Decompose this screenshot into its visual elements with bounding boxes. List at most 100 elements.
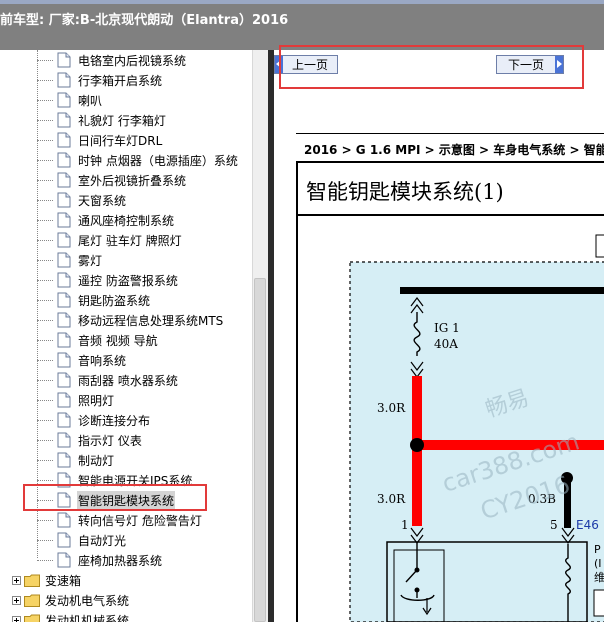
switch-contact bbox=[414, 567, 420, 573]
tree-item[interactable]: 钥匙防盗系统 bbox=[37, 290, 151, 310]
folder-icon bbox=[24, 574, 40, 587]
document-icon bbox=[57, 512, 71, 528]
document-icon bbox=[57, 132, 71, 148]
expand-icon[interactable] bbox=[12, 575, 21, 585]
tree-item[interactable]: 雾灯 bbox=[37, 250, 103, 270]
fuse-label: IG 1 bbox=[434, 321, 460, 335]
tree-item[interactable]: 诊断连接分布 bbox=[37, 410, 151, 430]
document-icon bbox=[57, 112, 71, 128]
document-icon bbox=[57, 232, 71, 248]
tree-item-label: 制动灯 bbox=[78, 453, 115, 468]
tree-item[interactable]: 照明灯 bbox=[37, 390, 115, 410]
document-icon bbox=[57, 372, 71, 388]
tree-item[interactable]: 日间行车灯DRL bbox=[37, 130, 163, 150]
tree-folder[interactable]: 发动机机械系统 bbox=[12, 610, 130, 622]
tree-item-label: 室外后视镜折叠系统 bbox=[78, 173, 187, 188]
sidebar-tree[interactable]: 电铬室内后视镜系统 行李箱开启系统 喇叭 礼貌灯 行李箱灯 日间行车灯DRL 时… bbox=[0, 50, 252, 622]
tree-item[interactable]: 室外后视镜折叠系统 bbox=[37, 170, 187, 190]
tree-item[interactable]: 礼貌灯 行李箱灯 bbox=[37, 110, 167, 130]
document-icon bbox=[57, 412, 71, 428]
tree-item-label: 自动灯光 bbox=[78, 533, 127, 548]
document-icon bbox=[57, 352, 71, 368]
document-icon bbox=[57, 292, 71, 308]
tree-item-label: 行李箱开启系统 bbox=[78, 73, 163, 88]
tree-item-label: 时钟 点烟器（电源插座）系统 bbox=[78, 153, 238, 168]
power-bus bbox=[400, 287, 604, 294]
tree-item-label: 雨刮器 喷水器系统 bbox=[78, 373, 178, 388]
tree-item[interactable]: 制动灯 bbox=[37, 450, 115, 470]
module-label-fragment: 维 bbox=[594, 571, 604, 584]
document-icon bbox=[57, 72, 71, 88]
folder-icon bbox=[24, 594, 40, 607]
tree-item[interactable]: 座椅加热器系统 bbox=[37, 550, 163, 570]
corner-marker bbox=[595, 234, 604, 258]
fuse-rating: 40A bbox=[434, 337, 458, 351]
module-label-fragment: (I bbox=[594, 557, 602, 570]
document-icon bbox=[57, 392, 71, 408]
document-icon bbox=[57, 52, 71, 68]
tree-item[interactable]: 音响系统 bbox=[37, 350, 127, 370]
tree-item[interactable]: 喇叭 bbox=[37, 90, 103, 110]
tree-folder-label: 发动机机械系统 bbox=[45, 613, 130, 622]
tree-item-label: 日间行车灯DRL bbox=[78, 133, 163, 148]
app-title: 前车型: 厂家:B-北京现代朗动（Elantra）2016 bbox=[0, 13, 289, 28]
document-icon bbox=[57, 532, 71, 548]
tree-item[interactable]: 遥控 防盗警报系统 bbox=[37, 270, 179, 290]
expand-icon[interactable] bbox=[12, 595, 21, 605]
tree-item-label: 电铬室内后视镜系统 bbox=[78, 53, 187, 68]
document-icon bbox=[57, 552, 71, 568]
folder-icon bbox=[24, 614, 40, 622]
tree-item-label: 音响系统 bbox=[78, 353, 127, 368]
tree-item[interactable]: 行李箱开启系统 bbox=[37, 70, 163, 90]
document-icon bbox=[57, 432, 71, 448]
tree-item-label: 座椅加热器系统 bbox=[78, 553, 163, 568]
connector-id: E46 bbox=[576, 518, 599, 532]
tree-item[interactable]: 自动灯光 bbox=[37, 530, 127, 550]
expand-icon[interactable] bbox=[12, 615, 21, 622]
pin-label: 1 bbox=[401, 518, 409, 532]
small-marker bbox=[593, 589, 604, 617]
highlight-box-nav bbox=[279, 45, 584, 89]
wiring-diagram: IG 1 40A 3.0R 3.0R 0.3B 1 5 E46 P (I 维 畅… bbox=[349, 234, 604, 622]
tree-item-label: 转向信号灯 危险警告灯 bbox=[78, 513, 202, 528]
tree-folder[interactable]: 变速箱 bbox=[12, 570, 82, 590]
highlight-box-selected-item bbox=[23, 484, 207, 511]
tree-scrollbar-thumb[interactable] bbox=[254, 278, 266, 622]
document-icon bbox=[57, 272, 71, 288]
tree-item[interactable]: 尾灯 驻车灯 牌照灯 bbox=[37, 230, 183, 250]
tree-item-label: 诊断连接分布 bbox=[78, 413, 151, 428]
document-icon bbox=[57, 312, 71, 328]
tree-item-label: 钥匙防盗系统 bbox=[78, 293, 151, 308]
tree-item-label: 尾灯 驻车灯 牌照灯 bbox=[78, 233, 182, 248]
tree-item-label: 音频 视频 导航 bbox=[78, 333, 158, 348]
tree-item[interactable]: 雨刮器 喷水器系统 bbox=[37, 370, 179, 390]
document-icon bbox=[57, 92, 71, 108]
document-pane: 上一页 下一页 2016 > G 1.6 MPI > 示意图 > 车身电气系统 … bbox=[274, 50, 604, 622]
tree-item-label: 喇叭 bbox=[78, 93, 103, 108]
tree-item-label: 指示灯 仪表 bbox=[78, 433, 142, 448]
tree-item[interactable]: 时钟 点烟器（电源插座）系统 bbox=[37, 150, 239, 170]
tree-item[interactable]: 音频 视频 导航 bbox=[37, 330, 159, 350]
tree-folder-label: 变速箱 bbox=[45, 573, 82, 588]
document-icon bbox=[57, 252, 71, 268]
tree-item-label: 礼貌灯 行李箱灯 bbox=[78, 113, 166, 128]
header-strip bbox=[0, 0, 604, 4]
tree-item-label: 通风座椅控制系统 bbox=[78, 213, 175, 228]
pin-label: 5 bbox=[550, 518, 558, 532]
document-icon bbox=[57, 212, 71, 228]
tree-item[interactable]: 转向信号灯 危险警告灯 bbox=[37, 510, 203, 530]
tree-item-label: 照明灯 bbox=[78, 393, 115, 408]
tree-item-label: 移动远程信息处理系统MTS bbox=[78, 313, 224, 328]
tree-item[interactable]: 指示灯 仪表 bbox=[37, 430, 143, 450]
tree-item[interactable]: 移动远程信息处理系统MTS bbox=[37, 310, 224, 330]
tree-item[interactable]: 电铬室内后视镜系统 bbox=[37, 50, 187, 70]
tree-item[interactable]: 天窗系统 bbox=[37, 190, 127, 210]
document-icon bbox=[57, 452, 71, 468]
tree-folder-label: 发动机电气系统 bbox=[45, 593, 130, 608]
tree-folder[interactable]: 发动机电气系统 bbox=[12, 590, 130, 610]
document-icon bbox=[57, 152, 71, 168]
splice-node bbox=[410, 438, 424, 452]
tree-item[interactable]: 通风座椅控制系统 bbox=[37, 210, 175, 230]
switch-contact bbox=[414, 587, 420, 593]
wire-label: 3.0R bbox=[377, 492, 406, 506]
